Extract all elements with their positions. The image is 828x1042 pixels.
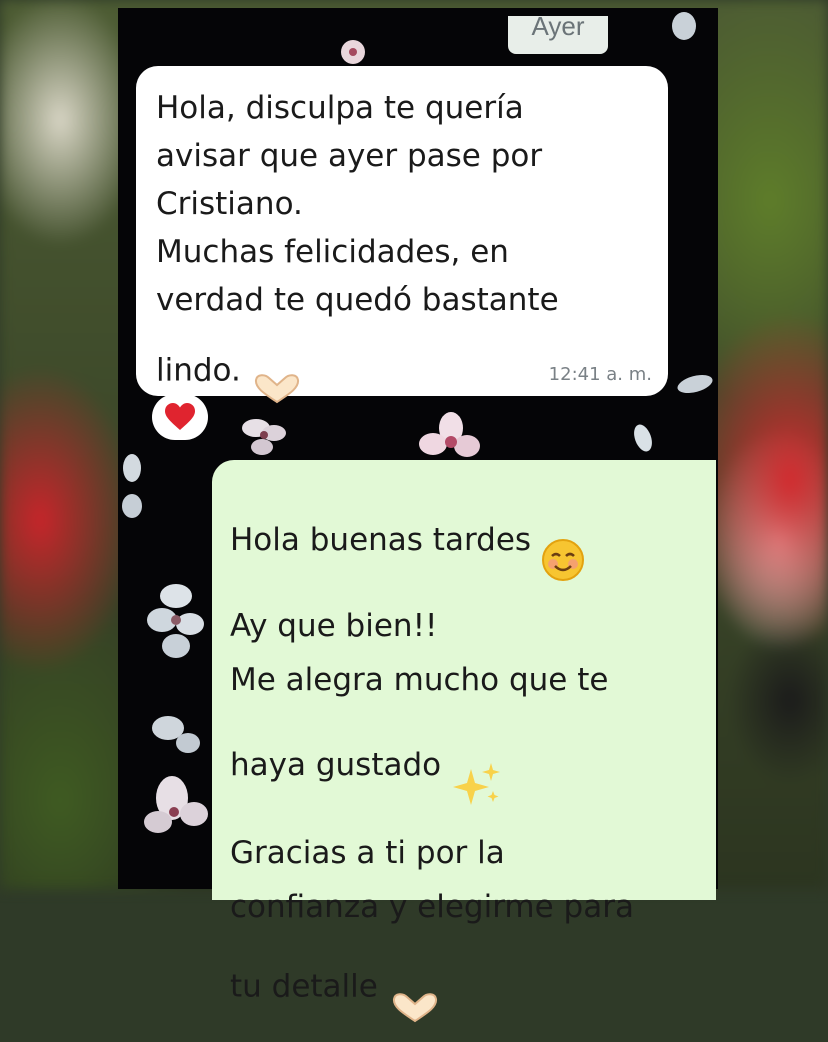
blossom-decoration-icon bbox=[672, 12, 696, 40]
outgoing-line-6: confianza y elegirme para bbox=[230, 889, 634, 925]
heart-hands-emoji-icon bbox=[388, 934, 442, 1042]
blossom-decoration-icon bbox=[147, 584, 204, 658]
sparkles-emoji-icon bbox=[451, 707, 503, 826]
reaction-badge[interactable] bbox=[152, 394, 208, 440]
heart-emoji-icon bbox=[165, 403, 195, 430]
outgoing-line-5: Gracias a ti por la bbox=[230, 835, 505, 871]
outgoing-line-3: Me alegra mucho que te bbox=[230, 662, 609, 698]
outgoing-message-text: Hola buenas tardes Ay que bien!! Me aleg… bbox=[230, 484, 634, 1042]
incoming-message-body: Hola, disculpa te quería avisar que ayer… bbox=[156, 90, 559, 389]
blossom-decoration-icon bbox=[634, 424, 652, 452]
blossom-decoration-icon bbox=[122, 454, 142, 518]
blossom-decoration-icon bbox=[677, 374, 713, 394]
message-timestamp: 12:41 a. m. bbox=[548, 364, 652, 385]
outgoing-line-2: Ay que bien!! bbox=[230, 608, 438, 644]
outgoing-line-7: tu detalle bbox=[230, 968, 378, 1005]
date-separator: Ayer bbox=[508, 13, 608, 54]
outgoing-line-4: haya gustado bbox=[230, 747, 442, 783]
incoming-message-text: Hola, disculpa te quería avisar que ayer… bbox=[156, 84, 559, 420]
outgoing-line-1: Hola buenas tardes bbox=[230, 522, 532, 558]
outgoing-message-bubble[interactable]: Hola buenas tardes Ay que bien!! Me aleg… bbox=[212, 460, 716, 1023]
blossom-decoration-icon bbox=[144, 716, 208, 833]
heart-hands-emoji-icon bbox=[251, 324, 303, 420]
smiling-face-emoji-icon bbox=[541, 484, 585, 599]
incoming-message-bubble[interactable]: Hola, disculpa te quería avisar que ayer… bbox=[136, 66, 668, 404]
